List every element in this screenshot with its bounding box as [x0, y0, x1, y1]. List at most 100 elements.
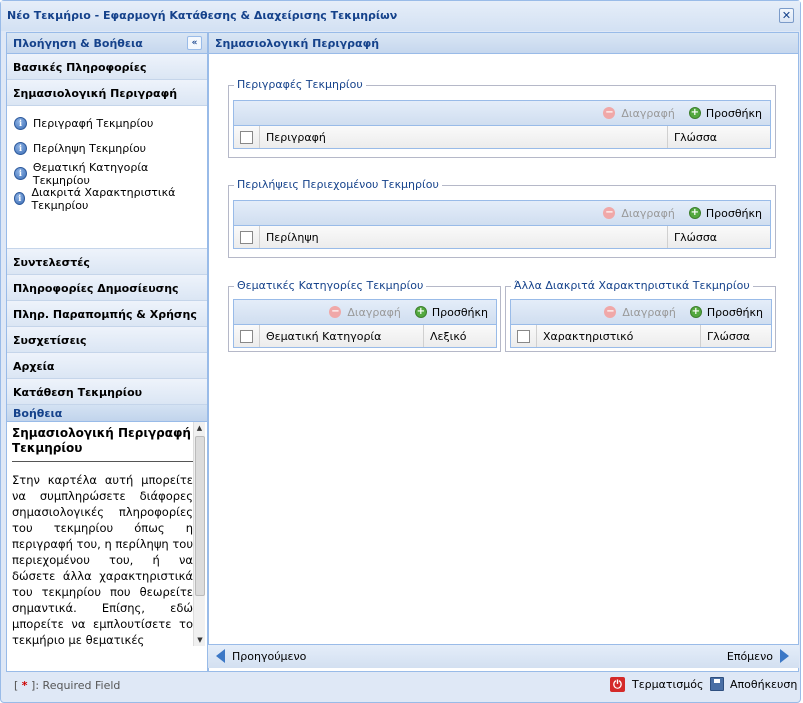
delete-button[interactable]: − Διαγραφή [329, 305, 401, 319]
required-star: * [21, 679, 28, 692]
scrollbar-thumb[interactable] [195, 436, 205, 596]
column-header-description[interactable]: Περιγραφή [260, 126, 668, 148]
previous-button[interactable]: Προηγούμενο [216, 649, 306, 663]
nav-link-abstract[interactable]: i Περίληψη Τεκμηρίου [7, 136, 207, 161]
nav-link-label: Περίληψη Τεκμηρίου [33, 142, 147, 155]
nav-section-basic-info[interactable]: Βασικές Πληροφορίες [7, 54, 207, 80]
required-field-note: [ * ]: Required Field [14, 679, 121, 692]
window-footer: [ * ]: Required Field ⏻ Τερματισμός Αποθ… [1, 673, 800, 699]
grid-toolbar: − Διαγραφή + Προσθήκη [234, 101, 770, 126]
info-icon: i [14, 117, 27, 130]
grid-toolbar: − Διαγραφή + Προσθήκη [234, 201, 770, 226]
app-window: Νέο Τεκμήριο - Εφαρμογή Κατάθεσης & Διαχ… [0, 0, 801, 703]
add-button[interactable]: + Προσθήκη [688, 106, 762, 120]
help-content: Σημασιολογική Περιγραφή Τεκμηρίου Στην κ… [12, 426, 193, 648]
plus-icon: + [688, 107, 701, 119]
categories-legend: Θεματικές Κατηγορίες Τεκμηρίου [234, 279, 427, 292]
column-header-dictionary[interactable]: Λεξικό [424, 325, 496, 347]
help-scrollbar[interactable]: ▲ ▼ [193, 422, 205, 646]
add-button[interactable]: + Προσθήκη [688, 206, 762, 220]
characteristics-fieldset: Άλλα Διακριτά Χαρακτηριστικά Τεκμηρίου −… [505, 279, 776, 352]
grid-header: Περίληψη Γλώσσα [234, 226, 770, 248]
grid-header: Περιγραφή Γλώσσα [234, 126, 770, 148]
select-all-checkbox[interactable] [517, 329, 530, 343]
next-button[interactable]: Επόμενο [727, 649, 789, 663]
plus-icon: + [688, 207, 701, 219]
required-text: : Required Field [35, 679, 121, 692]
collapse-panel-icon[interactable]: « [187, 36, 202, 50]
nav-link-label: Διακριτά Χαρακτηριστικά Τεκμηρίου [31, 185, 176, 212]
window-titlebar[interactable]: Νέο Τεκμήριο - Εφαρμογή Κατάθεσης & Διαχ… [1, 1, 800, 31]
minus-icon: − [329, 306, 342, 318]
select-all-checkbox[interactable] [240, 329, 253, 343]
terminate-button[interactable]: ⏻ Τερματισμός [610, 677, 703, 692]
select-all-checkbox[interactable] [240, 230, 253, 244]
nav-link-description[interactable]: i Περιγραφή Τεκμηρίου [7, 111, 207, 136]
add-label: Προσθήκη [705, 206, 762, 220]
select-all-column [511, 325, 537, 347]
help-panel: Σημασιολογική Περιγραφή Τεκμηρίου Στην κ… [7, 422, 207, 648]
column-header-language[interactable]: Γλώσσα [701, 325, 771, 347]
abstracts-fieldset: Περιλήψεις Περιεχομένου Τεκμηρίου − Διαγρ… [228, 178, 776, 258]
grid-header: Χαρακτηριστικό Γλώσσα [511, 325, 771, 347]
nav-section-semantic-description[interactable]: Σημασιολογική Περιγραφή [7, 80, 207, 106]
delete-label: Διαγραφή [621, 106, 675, 120]
add-label: Προσθήκη [705, 106, 762, 120]
help-title: Σημασιολογική Περιγραφή Τεκμηρίου [12, 426, 193, 462]
close-icon[interactable]: ✕ [779, 8, 794, 23]
plus-icon: + [414, 306, 427, 318]
select-all-column [234, 126, 260, 148]
add-label: Προσθήκη [431, 305, 488, 319]
delete-button[interactable]: − Διαγραφή [603, 207, 675, 220]
help-paragraph: Στην καρτέλα αυτή μπορείτε να συμπληρώσε… [12, 473, 193, 647]
navigation-panel: Πλοήγηση & Βοήθεια « Βασικές Πληροφορίες… [6, 32, 208, 672]
nav-link-characteristics[interactable]: i Διακριτά Χαρακτηριστικά Τεκμηρίου [7, 185, 207, 212]
delete-button[interactable]: − Διαγραφή [604, 306, 676, 319]
nav-section-files[interactable]: Αρχεία [7, 353, 207, 379]
main-panel: Σημασιολογική Περιγραφή Περιγραφές Τεκμη… [208, 32, 799, 672]
categories-fieldset: Θεματικές Κατηγορίες Τεκμηρίου − Διαγραφή… [228, 279, 501, 352]
delete-button[interactable]: − Διαγραφή [603, 106, 675, 120]
nav-section-deposit[interactable]: Κατάθεση Τεκμηρίου [7, 379, 207, 405]
arrow-left-icon [216, 649, 225, 663]
save-label: Αποθήκευση [730, 677, 798, 691]
save-button[interactable]: Αποθήκευση [710, 677, 797, 691]
add-button[interactable]: + Προσθήκη [414, 305, 488, 319]
info-icon: i [14, 167, 27, 180]
column-header-characteristic[interactable]: Χαρακτηριστικό [537, 325, 701, 347]
nav-section-publication-info[interactable]: Πληροφορίες Δημοσίευσης [7, 275, 207, 301]
characteristics-legend: Άλλα Διακριτά Χαρακτηριστικά Τεκμηρίου [511, 279, 753, 292]
abstracts-grid: − Διαγραφή + Προσθήκη Περίληψη Γλώσσα [233, 200, 771, 249]
column-header-language[interactable]: Γλώσσα [668, 126, 770, 148]
wizard-nav-bar: Προηγούμενο Επόμενο [208, 644, 799, 668]
info-icon: i [14, 142, 27, 155]
delete-label: Διαγραφή [347, 305, 401, 319]
nav-section-relations[interactable]: Συσχετίσεις [7, 327, 207, 353]
column-header-language[interactable]: Γλώσσα [668, 226, 770, 248]
minus-icon: − [603, 207, 616, 219]
add-label: Προσθήκη [706, 305, 763, 319]
save-icon [710, 677, 724, 691]
descriptions-grid: − Διαγραφή + Προσθήκη Περιγραφή Γλώσσα [233, 100, 771, 149]
previous-label: Προηγούμενο [232, 649, 307, 663]
minus-icon: − [603, 107, 616, 119]
column-header-abstract[interactable]: Περίληψη [260, 226, 668, 248]
nav-link-label: Περιγραφή Τεκμηρίου [33, 117, 154, 130]
select-all-checkbox[interactable] [240, 130, 253, 144]
nav-panel-header: Πλοήγηση & Βοήθεια « [7, 33, 207, 54]
descriptions-legend: Περιγραφές Τεκμηρίου [234, 78, 366, 91]
nav-panel-title: Πλοήγηση & Βοήθεια [13, 37, 143, 50]
window-title: Νέο Τεκμήριο - Εφαρμογή Κατάθεσης & Διαχ… [7, 9, 398, 22]
grid-toolbar: − Διαγραφή + Προσθήκη [234, 300, 496, 325]
select-all-column [234, 325, 260, 347]
column-header-subject-category[interactable]: Θεματική Κατηγορία [260, 325, 424, 347]
scroll-down-icon[interactable]: ▼ [194, 634, 206, 646]
nav-section-contributors[interactable]: Συντελεστές [7, 249, 207, 275]
arrow-right-icon [780, 649, 789, 663]
select-all-column [234, 226, 260, 248]
add-button[interactable]: + Προσθήκη [689, 305, 763, 319]
nav-link-subject-category[interactable]: i Θεματική Κατηγορία Τεκμηρίου [7, 161, 207, 187]
minus-icon: − [604, 306, 617, 318]
scroll-up-icon[interactable]: ▲ [194, 422, 205, 434]
nav-section-citation-usage[interactable]: Πληρ. Παραπομπής & Χρήσης [7, 301, 207, 327]
